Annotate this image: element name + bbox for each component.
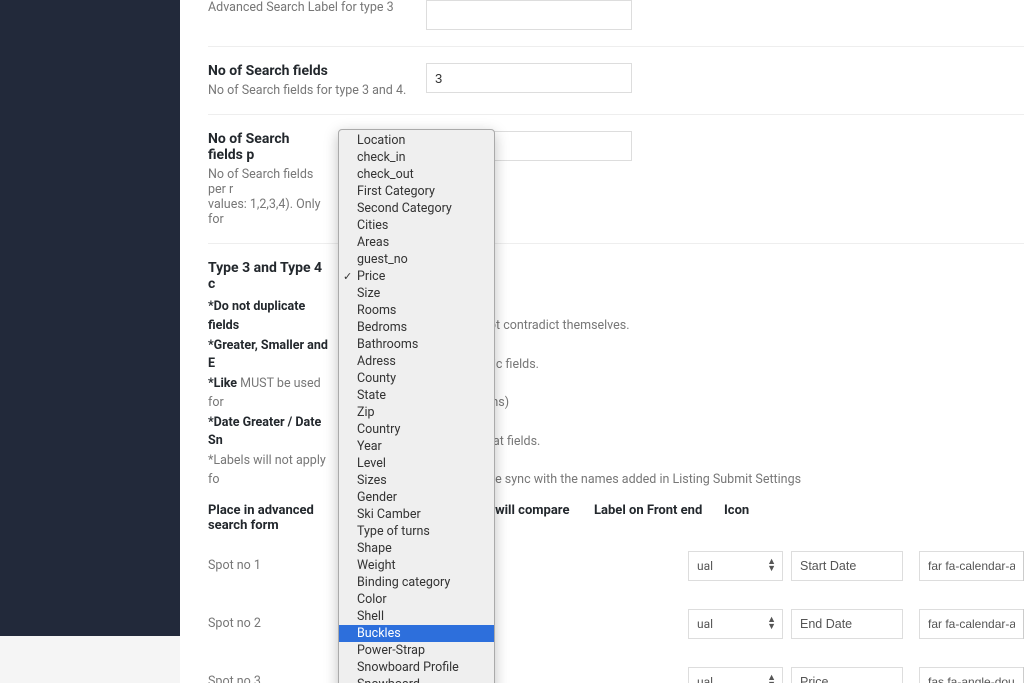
spot-compare-cell: ual▲▼ (593, 609, 791, 639)
spot-row: Spot no 1ual▲▼ (208, 537, 1024, 595)
compare-select[interactable]: ual▲▼ (688, 667, 783, 683)
spot-compare-cell: ual▲▼ (593, 551, 791, 581)
field-help-text: No of Search fields per r (208, 167, 324, 197)
header-label: Label on Front end (594, 503, 724, 533)
spot-label-cell (791, 667, 919, 683)
dropdown-option[interactable]: Country (339, 421, 494, 438)
spot-icon-cell (919, 667, 1024, 683)
main-content: Advanced Search Label for type 3 No of S… (180, 0, 1024, 683)
frontend-label-input[interactable] (791, 667, 903, 683)
dropdown-option[interactable]: Buckles (339, 625, 494, 642)
spots-container: Spot no 1ual▲▼Spot no 2ual▲▼Spot no 3ual… (208, 537, 1024, 683)
dropdown-option[interactable]: Bathrooms (339, 336, 494, 353)
dropdown-option[interactable]: Location (339, 132, 494, 149)
dropdown-option[interactable]: Cities (339, 217, 494, 234)
dropdown-option[interactable]: County (339, 370, 494, 387)
field-row-advanced-label: Advanced Search Label for type 3 (208, 0, 1024, 47)
dropdown-option[interactable]: Rooms (339, 302, 494, 319)
sidebar (0, 0, 180, 636)
dropdown-option[interactable]: Power-Strap (339, 642, 494, 659)
dropdown-option[interactable]: guest_no (339, 251, 494, 268)
select-arrows-icon: ▲▼ (767, 559, 776, 573)
dropdown-option[interactable]: Snowboard Profile (339, 659, 494, 676)
frontend-label-input[interactable] (791, 609, 903, 639)
dropdown-option[interactable]: Type of turns (339, 523, 494, 540)
spots-header: Place in advanced search form it will co… (208, 503, 854, 537)
spot-label-cell (791, 609, 919, 639)
dropdown-option[interactable]: Shell (339, 608, 494, 625)
dropdown-option[interactable]: Price (339, 268, 494, 285)
dropdown-option[interactable]: Snowboard Construction (339, 676, 494, 683)
icon-class-input[interactable] (919, 551, 1023, 581)
spot-compare-cell: ual▲▼ (593, 667, 791, 683)
dropdown-option[interactable]: Weight (339, 557, 494, 574)
dropdown-option[interactable]: Gender (339, 489, 494, 506)
header-place: Place in advanced search form (208, 503, 330, 533)
dropdown-option[interactable]: Second Category (339, 200, 494, 217)
dropdown-option[interactable]: Zip (339, 404, 494, 421)
field-select-dropdown[interactable]: Locationcheck_incheck_outFirst CategoryS… (338, 129, 495, 683)
select-arrows-icon: ▲▼ (767, 617, 776, 631)
advanced-label-input[interactable] (426, 0, 632, 30)
field-row-num-search: No of Search fields No of Search fields … (208, 47, 1024, 115)
field-title: No of Search fields (208, 63, 418, 79)
spot-icon-cell (919, 609, 1024, 639)
dropdown-option[interactable]: Level (339, 455, 494, 472)
spot-row: Spot no 2ual▲▼ (208, 595, 1024, 653)
dropdown-option[interactable]: Size (339, 285, 494, 302)
icon-class-input[interactable] (919, 667, 1023, 683)
dropdown-option[interactable]: Binding category (339, 574, 494, 591)
field-help-text: Advanced Search Label for type 3 (208, 0, 418, 15)
dropdown-option[interactable]: Sizes (339, 472, 494, 489)
spot-icon-cell (919, 551, 1024, 581)
compare-select[interactable]: ual▲▼ (688, 609, 783, 639)
config-notes: *Do not duplicate fieldsnot contradict t… (208, 298, 801, 491)
dropdown-option[interactable]: Areas (339, 234, 494, 251)
num-search-fields-input[interactable] (426, 63, 632, 93)
dropdown-option[interactable]: Color (339, 591, 494, 608)
dropdown-option[interactable]: Year (339, 438, 494, 455)
section-type-config: Type 3 and Type 4 c *Do not duplicate fi… (208, 244, 1024, 683)
dropdown-option[interactable]: check_in (339, 149, 494, 166)
field-row-num-search-per: No of Search fields p No of Search field… (208, 115, 1024, 244)
spot-label-cell (791, 551, 919, 581)
dropdown-option[interactable]: Bedroms (339, 319, 494, 336)
dropdown-option[interactable]: State (339, 387, 494, 404)
dropdown-option[interactable]: First Category (339, 183, 494, 200)
dropdown-option[interactable]: Adress (339, 353, 494, 370)
section-title: Type 3 and Type 4 c (208, 260, 332, 292)
dropdown-option[interactable]: Shape (339, 540, 494, 557)
select-arrows-icon: ▲▼ (767, 675, 776, 683)
field-title: No of Search fields p (208, 131, 324, 163)
compare-select[interactable]: ual▲▼ (688, 551, 783, 581)
dropdown-option[interactable]: check_out (339, 166, 494, 183)
dropdown-option[interactable]: Ski Camber (339, 506, 494, 523)
header-icon: Icon (724, 503, 854, 533)
field-help-text: values: 1,2,3,4). Only for (208, 197, 324, 227)
field-help-text: No of Search fields for type 3 and 4. (208, 83, 418, 98)
frontend-label-input[interactable] (791, 551, 903, 581)
spot-row: Spot no 3ual▲▼ (208, 653, 1024, 683)
icon-class-input[interactable] (919, 609, 1023, 639)
